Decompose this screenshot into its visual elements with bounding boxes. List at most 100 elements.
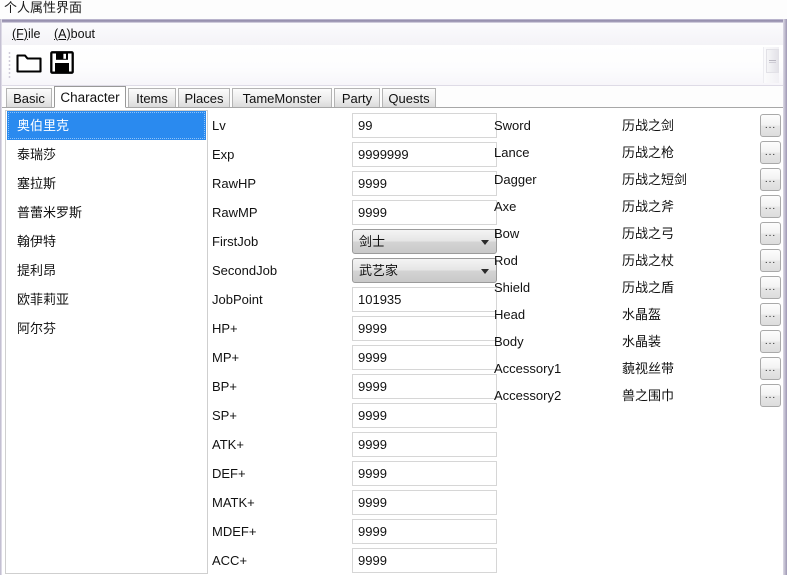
- chevron-down-icon[interactable]: [481, 240, 489, 245]
- stat-row: BP+ 9999: [212, 372, 502, 401]
- tab-items[interactable]: Items: [128, 88, 176, 107]
- toolbar-scrollbar-thumb[interactable]: [766, 49, 779, 73]
- equipment-row: Sword 历战之剑...: [494, 112, 784, 139]
- stat-label-lv: Lv: [212, 118, 226, 133]
- stat-combo-firstjob[interactable]: 剑士: [352, 229, 497, 254]
- equipment-item-name[interactable]: 历战之弓: [622, 220, 752, 247]
- equipment-item-name[interactable]: 历战之斧: [622, 193, 752, 220]
- equipment-item-name[interactable]: 藐视丝带: [622, 355, 752, 382]
- character-list-item[interactable]: 翰伊特: [6, 227, 207, 256]
- stat-row: ATK+ 9999: [212, 430, 502, 459]
- tab-tamemonster[interactable]: TameMonster: [232, 88, 332, 107]
- stat-combo-secondjob[interactable]: 武艺家: [352, 258, 497, 283]
- stat-label-rawhp: RawHP: [212, 176, 257, 191]
- equipment-row: Rod 历战之杖...: [494, 247, 784, 274]
- menu-item-file[interactable]: (F)ile: [8, 26, 44, 42]
- stat-row: Exp 9999999: [212, 140, 502, 169]
- stat-row: MP+ 9999: [212, 343, 502, 372]
- toolbar-scrollbar[interactable]: [763, 47, 779, 83]
- stat-input-bp-plus[interactable]: 9999: [352, 374, 497, 399]
- folder-open-icon: [16, 52, 42, 79]
- stat-input-rawmp[interactable]: 9999: [352, 200, 497, 225]
- equipment-row: Axe 历战之斧...: [494, 193, 784, 220]
- stat-row: HP+ 9999: [212, 314, 502, 343]
- stat-label-sp-plus: SP+: [212, 408, 237, 423]
- stat-input-mdef-plus[interactable]: 9999: [352, 519, 497, 544]
- equipment-browse-button[interactable]: ...: [760, 357, 781, 380]
- stat-input-lv[interactable]: 99: [352, 113, 497, 138]
- tab-places[interactable]: Places: [178, 88, 230, 107]
- equipment-browse-button[interactable]: ...: [760, 249, 781, 272]
- character-list-item[interactable]: 泰瑞莎: [6, 140, 207, 169]
- tab-label: Party: [341, 90, 373, 106]
- stat-row: MDEF+ 9999: [212, 517, 502, 546]
- stat-label-atk-plus: ATK+: [212, 437, 244, 452]
- equipment-item-name[interactable]: 水晶装: [622, 328, 752, 355]
- equipment-slot-head: Head: [494, 307, 526, 322]
- equipment-item-name[interactable]: 历战之杖: [622, 247, 752, 274]
- open-file-button[interactable]: [14, 50, 44, 80]
- character-list-item-selected[interactable]: 奥伯里克: [7, 111, 206, 140]
- tab-label: Items: [136, 90, 168, 106]
- menu-about-accelerator: (A): [54, 27, 71, 41]
- equipment-browse-button[interactable]: ...: [760, 222, 781, 245]
- tab-label: Places: [184, 90, 224, 106]
- equipment-browse-button[interactable]: ...: [760, 168, 781, 191]
- character-list-item[interactable]: 塞拉斯: [6, 169, 207, 198]
- character-list-item[interactable]: 提利昂: [6, 256, 207, 285]
- equipment-browse-button[interactable]: ...: [760, 276, 781, 299]
- equipment-item-name[interactable]: 历战之盾: [622, 274, 752, 301]
- stat-input-mp-plus[interactable]: 9999: [352, 345, 497, 370]
- equipment-slot-sword: Sword: [494, 118, 531, 133]
- save-file-button[interactable]: [47, 50, 77, 80]
- tool-bar: [2, 45, 783, 86]
- stat-input-def-plus[interactable]: 9999: [352, 461, 497, 486]
- equipment-item-name[interactable]: 兽之围巾: [622, 382, 752, 409]
- equipment-browse-button[interactable]: ...: [760, 114, 781, 137]
- stat-input-exp[interactable]: 9999999: [352, 142, 497, 167]
- character-list-item[interactable]: 普蕾米罗斯: [6, 198, 207, 227]
- equipment-row: Accessory2 兽之围巾...: [494, 382, 784, 409]
- character-list[interactable]: 奥伯里克 泰瑞莎 塞拉斯 普蕾米罗斯 翰伊特 提利昂 欧菲莉亚 阿尔芬: [5, 110, 208, 574]
- stat-label-hp-plus: HP+: [212, 321, 238, 336]
- stat-label-matk-plus: MATK+: [212, 495, 255, 510]
- equipment-slot-lance: Lance: [494, 145, 530, 160]
- toolbar-grip[interactable]: [8, 51, 11, 79]
- stat-input-sp-plus[interactable]: 9999: [352, 403, 497, 428]
- tab-content-character: 奥伯里克 泰瑞莎 塞拉斯 普蕾米罗斯 翰伊特 提利昂 欧菲莉亚 阿尔芬 Lv 99 Exp 9999…: [2, 107, 783, 575]
- equipment-browse-button[interactable]: ...: [760, 384, 781, 407]
- stat-combo-value: 剑士: [359, 234, 386, 249]
- stat-row: RawHP 9999: [212, 169, 502, 198]
- equipment-browse-button[interactable]: ...: [760, 303, 781, 326]
- menu-file-label: ile: [27, 27, 41, 41]
- tab-basic[interactable]: Basic: [6, 88, 52, 107]
- stat-input-matk-plus[interactable]: 9999: [352, 490, 497, 515]
- tab-quests[interactable]: Quests: [382, 88, 436, 107]
- equipment-browse-button[interactable]: ...: [760, 141, 781, 164]
- stat-input-jobpoint[interactable]: 101935: [352, 287, 497, 312]
- stat-input-acc-plus[interactable]: 9999: [352, 548, 497, 573]
- equipment-row: Lance 历战之枪...: [494, 139, 784, 166]
- chevron-down-icon[interactable]: [481, 269, 489, 274]
- application-window: 个人属性界面 (F)ile (A)bout Basic Character It…: [0, 0, 787, 575]
- menu-item-about[interactable]: (A)bout: [50, 26, 99, 42]
- character-list-item[interactable]: 欧菲莉亚: [6, 285, 207, 314]
- equipment-slot-shield: Shield: [494, 280, 531, 295]
- stat-input-hp-plus[interactable]: 9999: [352, 316, 497, 341]
- stat-input-atk-plus[interactable]: 9999: [352, 432, 497, 457]
- equipment-slot-bow: Bow: [494, 226, 520, 241]
- equipment-browse-button[interactable]: ...: [760, 330, 781, 353]
- equipment-item-name[interactable]: 历战之短剑: [622, 166, 752, 193]
- stat-row: SecondJob 武艺家: [212, 256, 502, 285]
- tab-label: TameMonster: [242, 90, 322, 106]
- equipment-item-name[interactable]: 历战之剑: [622, 112, 752, 139]
- tab-party[interactable]: Party: [334, 88, 380, 107]
- equipment-browse-button[interactable]: ...: [760, 195, 781, 218]
- stat-label-firstjob: FirstJob: [212, 234, 259, 249]
- equipment-item-name[interactable]: 水晶盔: [622, 301, 752, 328]
- equipment-item-name[interactable]: 历战之枪: [622, 139, 752, 166]
- tab-character[interactable]: Character: [54, 86, 126, 108]
- equipment-slot-rod: Rod: [494, 253, 518, 268]
- stat-input-rawhp[interactable]: 9999: [352, 171, 497, 196]
- character-list-item[interactable]: 阿尔芬: [6, 314, 207, 343]
